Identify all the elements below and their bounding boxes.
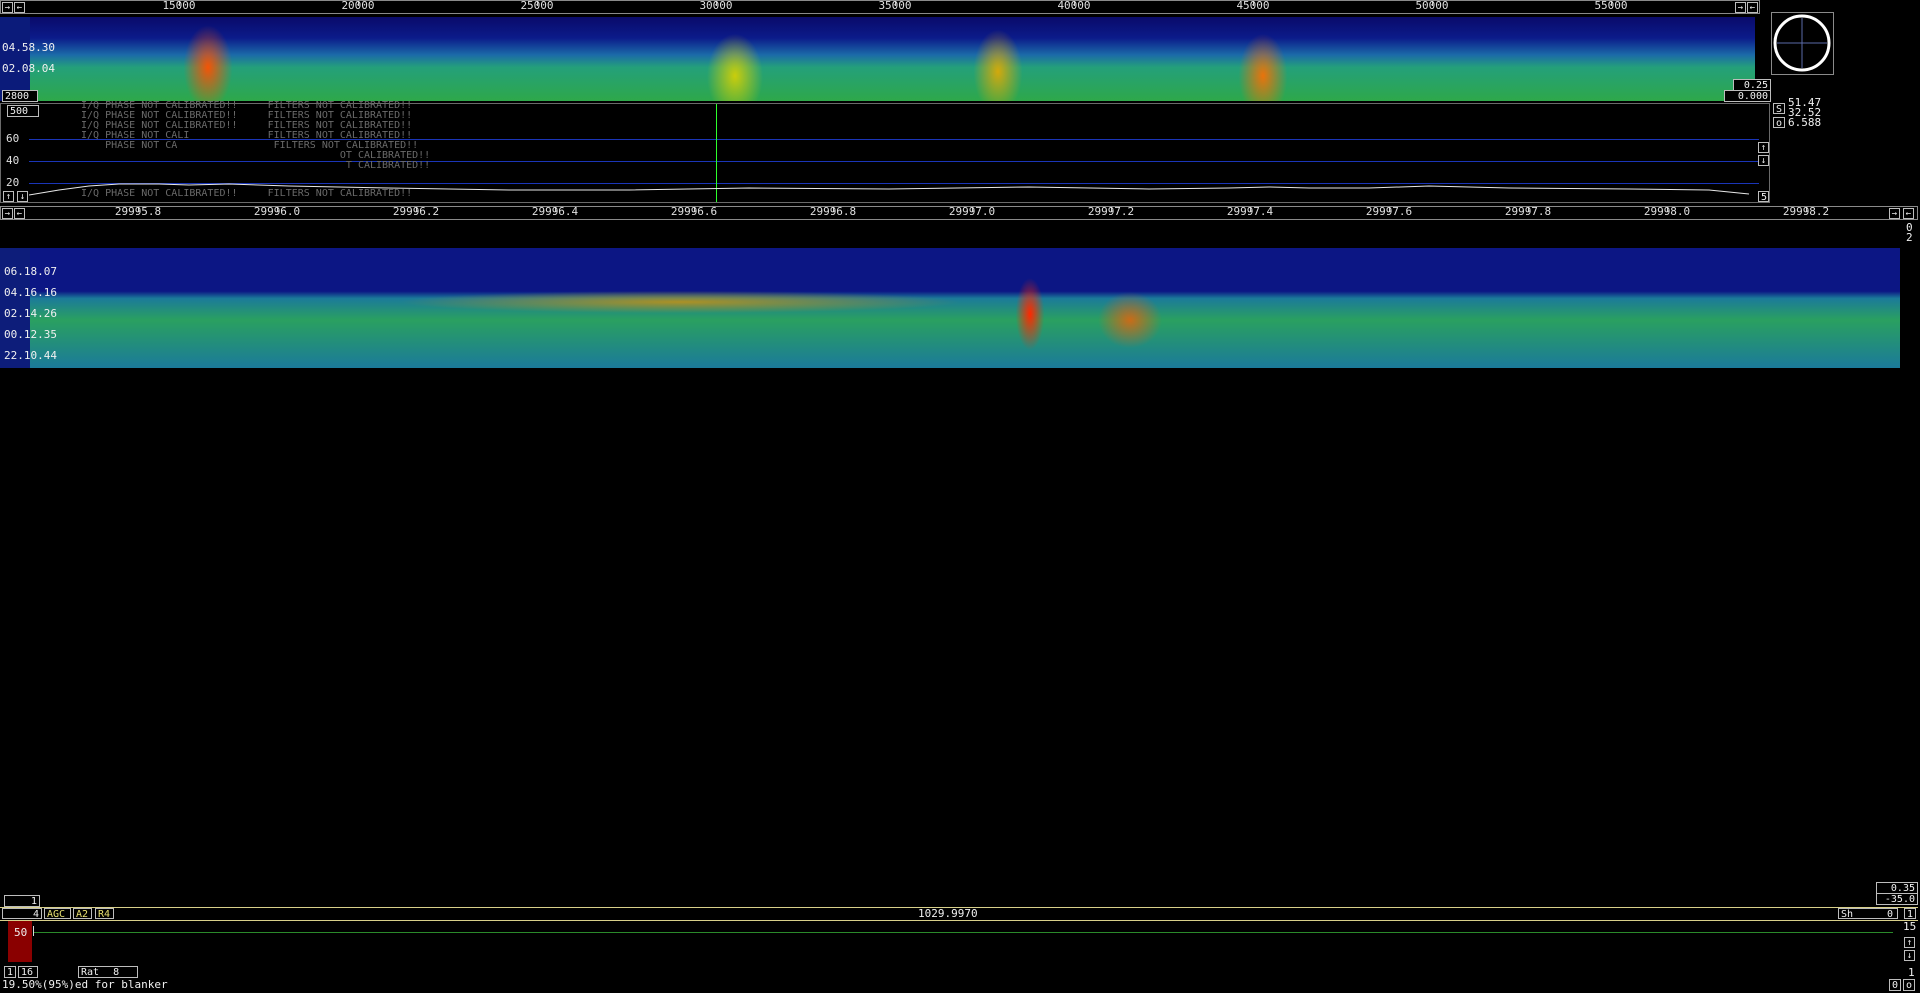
top-ruler-tick-label: 30000 bbox=[699, 0, 733, 12]
main-time-label-2: 04.16.16 bbox=[4, 286, 57, 299]
wide-time-label-1: 04.58.30 bbox=[2, 41, 55, 54]
main-ruler-tick-label: 29997.4 bbox=[1226, 205, 1274, 218]
main-ruler-tick-label: 29996.4 bbox=[531, 205, 579, 218]
control-right-box[interactable]: 1 bbox=[1904, 908, 1916, 920]
r4-button[interactable]: R4 bbox=[95, 908, 114, 920]
sh-value: 0 bbox=[1886, 909, 1893, 920]
main-time-label-3: 02.14.26 bbox=[4, 307, 57, 320]
calibration-warnings: I/Q PHASE NOT CALIBRATED!! FILTERS NOT C… bbox=[81, 100, 431, 171]
main-scroll-right2-icon[interactable]: ← bbox=[1903, 208, 1914, 219]
main-scroll-right-icon[interactable]: → bbox=[1889, 208, 1900, 219]
main-time-label-5: 22.10.44 bbox=[4, 349, 57, 362]
agc-button[interactable]: AGC bbox=[44, 908, 71, 920]
s-meter-line bbox=[33, 932, 1893, 933]
main-scroll-left-icon[interactable]: → bbox=[2, 208, 13, 219]
bottom-box-2[interactable]: 16 bbox=[18, 966, 38, 978]
iq-scope[interactable] bbox=[1771, 12, 1834, 75]
main-ruler-tick-label: 29996.0 bbox=[253, 205, 301, 218]
spectrum-left-down-icon[interactable]: ↓ bbox=[17, 191, 28, 202]
main-waterfall[interactable] bbox=[30, 248, 1900, 368]
wide-time-label-2: 02.08.04 bbox=[2, 62, 55, 75]
top-ruler-tick-label: 25000 bbox=[520, 0, 554, 12]
main-ruler-tick-label: 29997.8 bbox=[1504, 205, 1552, 218]
top-ruler-tick-label: 35000 bbox=[878, 0, 912, 12]
top-ruler-tick-label: 45000 bbox=[1236, 0, 1270, 12]
lower-right-value-2[interactable]: -35.0 bbox=[1876, 893, 1918, 905]
level-label-20: 20 bbox=[6, 176, 20, 189]
spectrum-left-up-icon[interactable]: ↑ bbox=[3, 191, 14, 202]
main-ruler-tick-label: 29995.8 bbox=[114, 205, 162, 218]
main-ruler-tick-label: 29998.2 bbox=[1782, 205, 1830, 218]
main-frequency-ruler[interactable]: → ← 29995.8 29996.0 29996.2 29996.4 29996.6 2… bbox=[0, 205, 1918, 220]
bottom-right-box-2[interactable]: o bbox=[1903, 979, 1915, 991]
scope-o-value: 6.588 bbox=[1788, 116, 1822, 129]
wide-waterfall-left-value[interactable]: 2800 bbox=[2, 90, 38, 102]
calibration-warning-bottom: I/Q PHASE NOT CALIBRATED!! FILTERS NOT C… bbox=[81, 188, 413, 199]
level-label-40: 40 bbox=[6, 154, 20, 167]
scope-s-label: S bbox=[1773, 103, 1785, 115]
main-time-label-4: 00.12.35 bbox=[4, 328, 57, 341]
sh-label: Sh bbox=[1841, 909, 1854, 920]
main-ruler-tick-label: 29996.2 bbox=[392, 205, 440, 218]
bottom-right-box-1[interactable]: 0 bbox=[1889, 979, 1901, 991]
level-label-60: 60 bbox=[6, 132, 20, 145]
main-ruler-tick-label: 29997.6 bbox=[1365, 205, 1413, 218]
main-ruler-tick-label: 29996.8 bbox=[809, 205, 857, 218]
scope-circle-icon bbox=[1773, 14, 1831, 72]
top-ruler-tick-label: 55000 bbox=[1594, 0, 1628, 12]
wide-waterfall-left-strip bbox=[0, 17, 30, 101]
main-ruler-tick-label: 29997.0 bbox=[948, 205, 996, 218]
rat-value: 8 bbox=[113, 967, 120, 978]
top-frequency-ruler[interactable]: → ← 15000 20000 25000 30000 35000 40000 45000 5… bbox=[0, 0, 1760, 14]
rat-label: Rat bbox=[81, 967, 100, 978]
s-meter-tick bbox=[33, 926, 34, 936]
s-meter-down-icon[interactable]: ↓ bbox=[1904, 950, 1915, 961]
spectrum-right-box[interactable]: 5 bbox=[1758, 191, 1769, 203]
main-ruler-tick-label: 29998.0 bbox=[1643, 205, 1691, 218]
top-ruler-tick-label: 15000 bbox=[162, 0, 196, 12]
bfo-frequency[interactable]: 1029.9970 bbox=[918, 908, 978, 919]
top-ruler-tick-label: 20000 bbox=[341, 0, 375, 12]
wide-waterfall-offset[interactable]: 0.000 bbox=[1724, 90, 1771, 102]
top-ruler-tick-label: 40000 bbox=[1057, 0, 1091, 12]
wide-waterfall[interactable] bbox=[30, 17, 1755, 101]
rat-control[interactable]: Rat 8 bbox=[78, 966, 138, 978]
bottom-box-1[interactable]: 1 bbox=[4, 966, 16, 978]
spectrum-up-icon[interactable]: ↑ bbox=[1758, 142, 1769, 153]
scroll-right-icon[interactable]: → bbox=[1735, 2, 1746, 13]
lower-left-box[interactable]: 1 bbox=[4, 895, 40, 907]
main-ruler-tick-label: 29997.2 bbox=[1087, 205, 1135, 218]
scroll-left2-icon[interactable]: ← bbox=[14, 2, 25, 13]
a2-button[interactable]: A2 bbox=[73, 908, 92, 920]
bottom-right-num: 1 bbox=[1908, 966, 1915, 979]
s-meter-right-value: 15 bbox=[1903, 920, 1917, 933]
control-bar: 4 AGC A2 R4 1029.9970 Sh 0 1 bbox=[0, 907, 1918, 921]
scroll-right2-icon[interactable]: ← bbox=[1747, 2, 1758, 13]
blanker-status: 19.50%(95%)ed for blanker bbox=[2, 978, 168, 991]
main-ruler-tick-label: 29996.6 bbox=[670, 205, 718, 218]
main-time-label-1: 06.18.07 bbox=[4, 265, 57, 278]
scroll-left-icon[interactable]: → bbox=[2, 2, 13, 13]
s-meter-up-icon[interactable]: ↑ bbox=[1904, 937, 1915, 948]
main-right-value-2: 2 bbox=[1906, 231, 1913, 244]
sh-control[interactable]: Sh 0 bbox=[1838, 908, 1898, 920]
spectrum-down-icon[interactable]: ↓ bbox=[1758, 155, 1769, 166]
spectrum-panel[interactable]: I/Q PHASE NOT CALIBRATED!! FILTERS NOT C… bbox=[0, 100, 1770, 203]
scope-o-label: o bbox=[1773, 117, 1785, 129]
s-meter-value: 50 bbox=[14, 926, 28, 939]
main-scroll-left2-icon[interactable]: ← bbox=[14, 208, 25, 219]
spectrum-range-box[interactable]: 500 bbox=[7, 105, 39, 117]
control-num-box[interactable]: 4 bbox=[2, 908, 42, 920]
top-ruler-tick-label: 50000 bbox=[1415, 0, 1449, 12]
